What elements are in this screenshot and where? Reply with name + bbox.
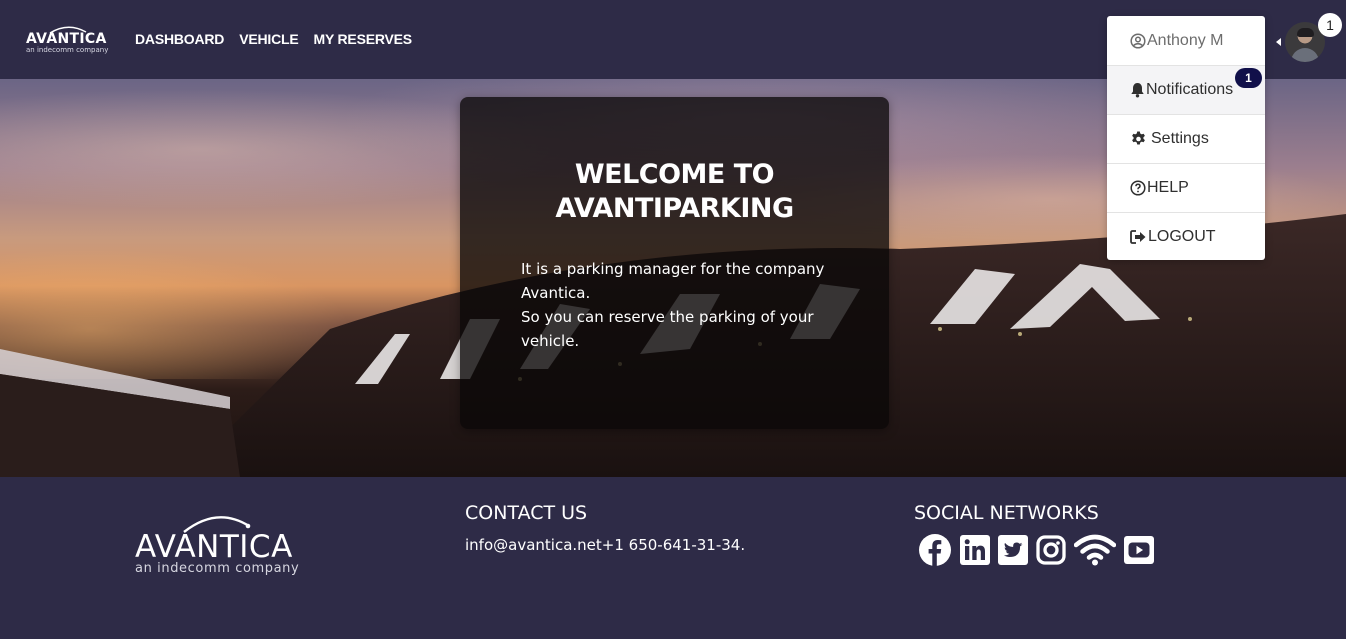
- logout-label: LOGOUT: [1148, 228, 1216, 245]
- welcome-text-line4: vehicle.: [521, 332, 580, 350]
- gear-icon: [1132, 131, 1145, 145]
- welcome-title-line1: WELCOME TO: [574, 159, 775, 190]
- instagram-icon[interactable]: [1036, 535, 1066, 569]
- logout-icon: [1130, 230, 1146, 244]
- brand-tagline: an indecomm company: [26, 46, 109, 54]
- footer-avantica-logo[interactable]: AVANTICA an indecomm company: [135, 510, 305, 580]
- nav-my-reserves[interactable]: MY RESERVES: [313, 31, 412, 47]
- avantica-logo[interactable]: AVANTICA an indecomm company: [26, 24, 108, 54]
- user-name-label: Anthony M: [1147, 31, 1224, 49]
- settings-label: Settings: [1151, 130, 1209, 147]
- welcome-text-line3: So you can reserve the parking of your: [521, 308, 814, 326]
- welcome-title: WELCOME TO AVANTIPARKING: [460, 158, 889, 226]
- notifications-count-badge: 1: [1235, 68, 1262, 88]
- nav-dashboard[interactable]: DASHBOARD: [135, 31, 224, 47]
- youtube-icon[interactable]: [1124, 535, 1154, 569]
- dropdown-caret-icon: [1276, 38, 1281, 46]
- footer-brand-tagline: an indecomm company: [135, 561, 300, 576]
- avatar-notification-badge: 1: [1318, 13, 1342, 37]
- dropdown-help[interactable]: HELP: [1107, 163, 1265, 212]
- bell-icon: [1131, 83, 1144, 98]
- main-nav: DASHBOARD VEHICLE MY RESERVES: [135, 31, 412, 47]
- user-dropdown-menu: Anthony M Notifications Settings HELP LO…: [1107, 16, 1265, 260]
- linkedin-icon[interactable]: [960, 535, 990, 569]
- nav-vehicle[interactable]: VEHICLE: [239, 31, 298, 47]
- user-circle-icon: [1130, 32, 1146, 49]
- twitter-icon[interactable]: [998, 535, 1028, 569]
- social-icons: [918, 533, 1154, 571]
- help-label: HELP: [1147, 179, 1189, 196]
- footer-brand-name: AVANTICA: [135, 529, 293, 565]
- contact-heading: CONTACT US: [465, 502, 588, 524]
- wifi-icon[interactable]: [1073, 534, 1117, 570]
- facebook-icon[interactable]: [918, 533, 952, 571]
- welcome-text-line1: It is a parking manager for the company: [521, 260, 825, 278]
- welcome-title-line2: AVANTIPARKING: [555, 193, 794, 224]
- welcome-text-line2: Avantica.: [521, 284, 591, 302]
- brand-name: AVANTICA: [26, 31, 107, 47]
- social-heading: SOCIAL NETWORKS: [914, 502, 1099, 524]
- dropdown-logout[interactable]: LOGOUT: [1107, 212, 1265, 261]
- dropdown-user-name[interactable]: Anthony M: [1107, 16, 1265, 65]
- welcome-card: WELCOME TO AVANTIPARKING It is a parking…: [460, 97, 889, 429]
- dropdown-settings[interactable]: Settings: [1107, 114, 1265, 163]
- contact-info[interactable]: info@avantica.net+1 650-641-31-34.: [465, 536, 745, 554]
- notifications-label: Notifications: [1146, 81, 1234, 98]
- help-circle-icon: [1130, 180, 1146, 196]
